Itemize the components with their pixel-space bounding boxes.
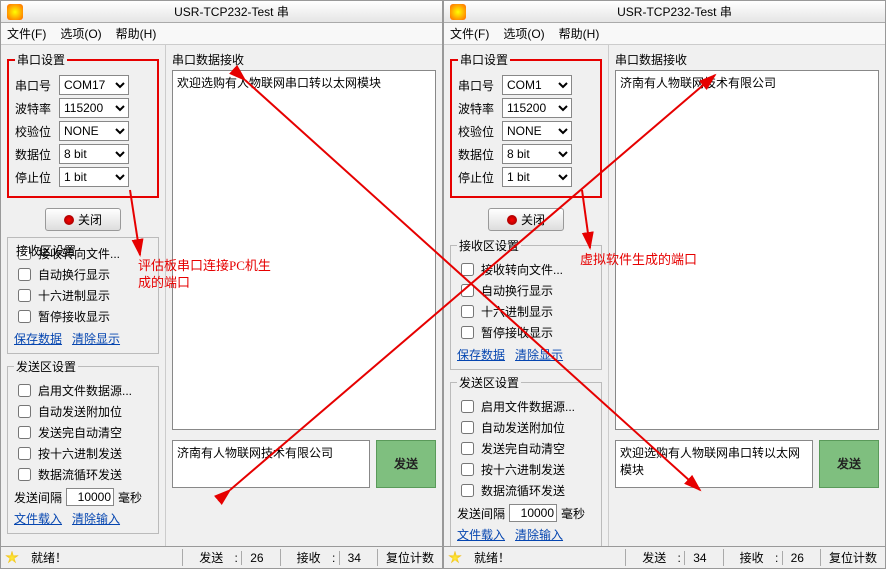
legend-recv: 接收区设置 xyxy=(14,242,78,259)
link-clear-show[interactable]: 清除显示 xyxy=(515,348,563,362)
reset-count-button[interactable]: 复位计数 xyxy=(820,549,885,566)
status-ready: 就绪！ xyxy=(23,549,182,566)
close-button[interactable]: 关闭 xyxy=(488,208,564,231)
chk-recv-file[interactable] xyxy=(461,263,474,276)
send-settings-group: 发送区设置 启用文件数据源... 自动发送附加位 发送完自动清空 按十六进制发送… xyxy=(450,374,602,550)
link-file-load[interactable]: 文件载入 xyxy=(457,528,505,542)
select-port[interactable]: COM1 xyxy=(502,75,572,95)
statusbar: 就绪！ 发送 : 34 接收 : 26 复位计数 xyxy=(444,546,885,568)
select-databits[interactable]: 8 bit xyxy=(502,144,572,164)
serial-settings-group: 串口设置 串口号COM1 波特率115200 校验位NONE 数据位8 bit … xyxy=(450,51,602,198)
label-parity: 校验位 xyxy=(15,123,53,140)
status-icon xyxy=(448,551,462,565)
send-button[interactable]: 发送 xyxy=(819,440,879,488)
chk-auto-clear[interactable] xyxy=(18,426,31,439)
titlebar: USR-TCP232-Test 串 xyxy=(1,1,442,23)
link-save-data[interactable]: 保存数据 xyxy=(14,332,62,346)
chk-hex-send[interactable] xyxy=(18,447,31,460)
chk-loop-send[interactable] xyxy=(18,468,31,481)
chk-auto-append[interactable] xyxy=(18,405,31,418)
label-port: 串口号 xyxy=(15,77,53,94)
sidebar: 串口设置 串口号COM1 波特率115200 校验位NONE 数据位8 bit … xyxy=(444,45,609,568)
send-settings-group: 发送区设置 启用文件数据源... 自动发送附加位 发送完自动清空 按十六进制发送… xyxy=(7,358,159,534)
chk-loop-send[interactable] xyxy=(461,484,474,497)
status-icon xyxy=(5,551,19,565)
link-save-data[interactable]: 保存数据 xyxy=(457,348,505,362)
open-indicator-icon xyxy=(64,215,74,225)
main-area: 串口数据接收 欢迎选购有人物联网串口转以太网模块 济南有人物联网技术有限公司 发… xyxy=(166,45,442,568)
send-textarea[interactable]: 济南有人物联网技术有限公司 xyxy=(172,440,370,488)
recv-header: 串口数据接收 xyxy=(172,51,436,68)
title-text: USR-TCP232-Test 串 xyxy=(27,3,436,20)
link-clear-input[interactable]: 清除输入 xyxy=(72,512,120,526)
status-tx: 发送 : 34 xyxy=(625,549,722,566)
status-ready: 就绪！ xyxy=(466,549,625,566)
select-stopbits[interactable]: 1 bit xyxy=(502,167,572,187)
link-clear-input[interactable]: 清除输入 xyxy=(515,528,563,542)
select-parity[interactable]: NONE xyxy=(502,121,572,141)
recv-textarea[interactable]: 欢迎选购有人物联网串口转以太网模块 xyxy=(172,70,436,430)
recv-settings-group: 接收区设置 接收转向文件... 自动换行显示 十六进制显示 暂停接收显示 保存数… xyxy=(450,237,602,370)
close-button[interactable]: 关闭 xyxy=(45,208,121,231)
link-clear-show[interactable]: 清除显示 xyxy=(72,332,120,346)
menubar: 文件(F) 选项(O) 帮助(H) xyxy=(1,23,442,45)
chk-hex-send[interactable] xyxy=(461,463,474,476)
recv-textarea[interactable]: 济南有人物联网技术有限公司 xyxy=(615,70,879,430)
client-area: 串口设置 串口号COM1 波特率115200 校验位NONE 数据位8 bit … xyxy=(444,45,885,568)
menu-options[interactable]: 选项(O) xyxy=(503,25,544,42)
status-rx: 接收 : 26 xyxy=(723,549,820,566)
label-databits: 数据位 xyxy=(15,146,53,163)
select-baud[interactable]: 115200 xyxy=(502,98,572,118)
window-left: USR-TCP232-Test 串 文件(F) 选项(O) 帮助(H) 串口设置… xyxy=(0,0,443,569)
app-icon xyxy=(7,4,23,20)
legend-serial: 串口设置 xyxy=(15,51,67,68)
serial-settings-group: 串口设置 串口号 COM17 波特率 115200 校验位 NONE 数据位 8 bit… xyxy=(7,51,159,198)
chk-hex-show[interactable] xyxy=(461,305,474,318)
open-indicator-icon xyxy=(507,215,517,225)
legend-send: 发送区设置 xyxy=(14,358,78,375)
chk-file-src[interactable] xyxy=(18,384,31,397)
send-textarea[interactable]: 欢迎选购有人物联网串口转以太网模块 xyxy=(615,440,813,488)
app-icon xyxy=(450,4,466,20)
select-parity[interactable]: NONE xyxy=(59,121,129,141)
chk-auto-wrap[interactable] xyxy=(18,268,31,281)
select-databits[interactable]: 8 bit xyxy=(59,144,129,164)
chk-auto-wrap[interactable] xyxy=(461,284,474,297)
window-right: USR-TCP232-Test 串 文件(F) 选项(O) 帮助(H) 串口设置… xyxy=(443,0,886,569)
label-baud: 波特率 xyxy=(15,100,53,117)
select-stopbits[interactable]: 1 bit xyxy=(59,167,129,187)
main-area: 串口数据接收 济南有人物联网技术有限公司 欢迎选购有人物联网串口转以太网模块 发… xyxy=(609,45,885,568)
link-file-load[interactable]: 文件载入 xyxy=(14,512,62,526)
interval-input[interactable] xyxy=(509,504,557,522)
recv-settings-group: 接收区设置 接收转向文件... 自动换行显示 十六进制显示 暂停接收显示 保存数… xyxy=(7,237,159,354)
interval-input[interactable] xyxy=(66,488,114,506)
chk-hex-show[interactable] xyxy=(18,289,31,302)
label-stopbits: 停止位 xyxy=(15,169,53,186)
menu-file[interactable]: 文件(F) xyxy=(450,25,489,42)
status-tx: 发送 : 26 xyxy=(182,549,279,566)
title-text: USR-TCP232-Test 串 xyxy=(470,3,879,20)
titlebar: USR-TCP232-Test 串 xyxy=(444,1,885,23)
chk-auto-clear[interactable] xyxy=(461,442,474,455)
menu-help[interactable]: 帮助(H) xyxy=(116,25,157,42)
reset-count-button[interactable]: 复位计数 xyxy=(377,549,442,566)
select-baud[interactable]: 115200 xyxy=(59,98,129,118)
chk-pause-recv[interactable] xyxy=(18,310,31,323)
recv-header: 串口数据接收 xyxy=(615,51,879,68)
legend-serial: 串口设置 xyxy=(458,51,510,68)
menu-options[interactable]: 选项(O) xyxy=(60,25,101,42)
send-button[interactable]: 发送 xyxy=(376,440,436,488)
client-area: 串口设置 串口号 COM17 波特率 115200 校验位 NONE 数据位 8 bit… xyxy=(1,45,442,568)
chk-file-src[interactable] xyxy=(461,400,474,413)
status-rx: 接收 : 34 xyxy=(280,549,377,566)
menu-file[interactable]: 文件(F) xyxy=(7,25,46,42)
menubar: 文件(F) 选项(O) 帮助(H) xyxy=(444,23,885,45)
sidebar: 串口设置 串口号 COM17 波特率 115200 校验位 NONE 数据位 8 bit… xyxy=(1,45,166,568)
select-port[interactable]: COM17 xyxy=(59,75,129,95)
chk-auto-append[interactable] xyxy=(461,421,474,434)
chk-pause-recv[interactable] xyxy=(461,326,474,339)
statusbar: 就绪！ 发送 : 26 接收 : 34 复位计数 xyxy=(1,546,442,568)
menu-help[interactable]: 帮助(H) xyxy=(559,25,600,42)
